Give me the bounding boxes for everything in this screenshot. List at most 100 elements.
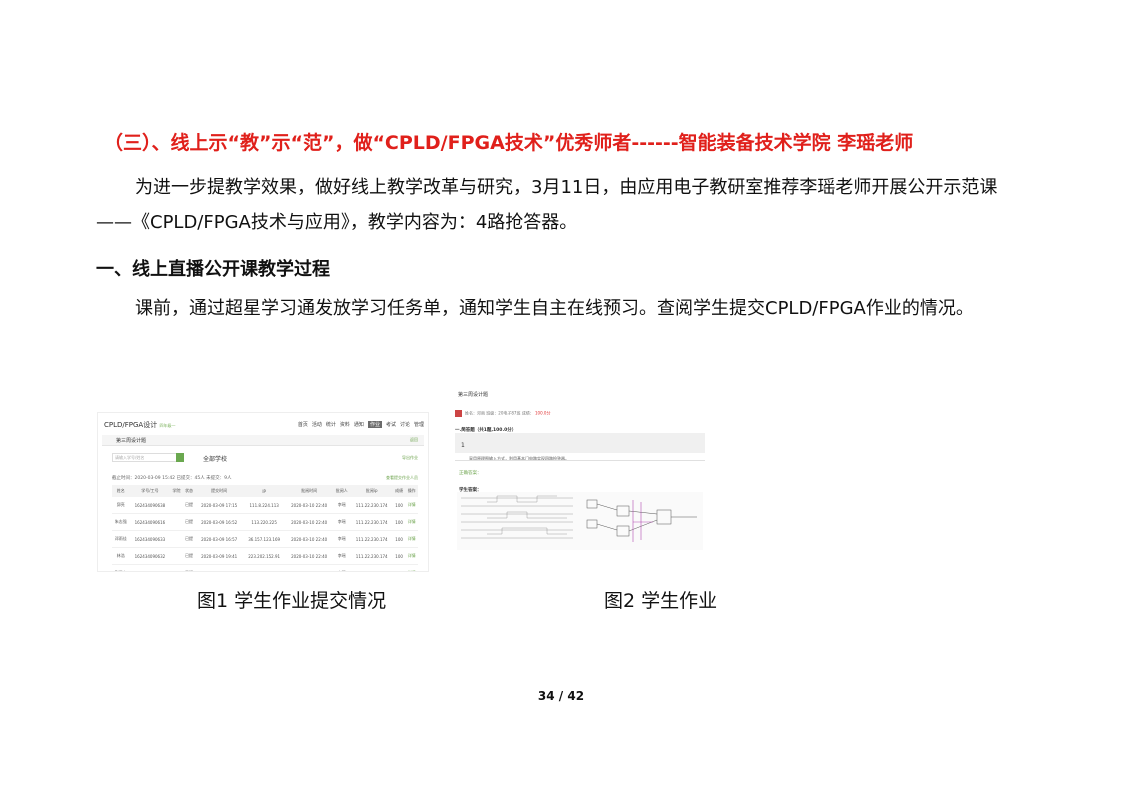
table-cell: 223.202.152.91 — [242, 547, 286, 565]
column-header: 学号/工号 — [129, 485, 171, 497]
table-cell: 已提 — [182, 497, 196, 514]
submission-table: 姓名 学号/工号 学院 状态 提交时间 IP 批阅时间 批阅人 批阅ip 成绩 … — [112, 485, 418, 571]
table-cell: 162434090619 — [129, 564, 171, 571]
divider — [455, 460, 705, 461]
table-cell: 朱志强 — [112, 513, 130, 531]
column-header: 批阅人 — [332, 485, 351, 497]
table-cell: 111.22.230.174 — [350, 547, 393, 565]
table-cell: 36.157.123.169 — [242, 530, 286, 548]
table-row: 林浩 162434090632 已提 2020-03-09 19:41 223.202.… — [112, 547, 418, 565]
score-value: 100.0分 — [535, 410, 551, 416]
export-link: 导出作业 — [402, 455, 418, 460]
table-cell: 2020-03-09 17:15 — [195, 497, 243, 514]
school-filter: 全部学校 — [203, 456, 228, 463]
nav-item: 统计 — [325, 422, 336, 428]
table-row: 邱亮 162434090638 已提 2020-03-09 17:15 111.8.22… — [112, 497, 418, 514]
table-cell: 已提 — [182, 564, 196, 571]
table-cell: 100 — [392, 564, 406, 571]
table-cell: 2020-03-10 22:40 — [285, 497, 333, 514]
table-cell: 2020-03-10 22:40 — [285, 513, 333, 531]
table-cell: 2020-03-10 22:40 — [285, 530, 333, 548]
table-cell: 100 — [392, 497, 406, 514]
table-cell: 李瑶 — [332, 530, 351, 548]
app-title: CPLD/FPGA设计 四年级一 — [104, 421, 176, 429]
question-box — [455, 433, 705, 453]
table-cell: 100 — [392, 547, 406, 565]
figure2-caption: 图2 学生作业 — [604, 590, 718, 612]
nav-item: 讨论 — [399, 422, 410, 428]
table-cell: 111.22.230.174 — [350, 497, 393, 514]
table-row: 朱志强 162434090616 已提 2020-03-09 16:52 113.220… — [112, 513, 418, 531]
nav-item: 活动 — [311, 422, 322, 428]
avatar — [455, 410, 462, 417]
waveform-and-schematic-image — [457, 492, 703, 550]
table-cell: 已提 — [182, 530, 196, 548]
table-cell: 详情 — [405, 564, 418, 571]
intro-paragraph: 为进一步提教学效果，做好线上教学改革与研究，3月11日，由应用电子教研室推荐李瑶… — [96, 177, 998, 233]
table-cell — [170, 497, 183, 514]
column-header: 状态 — [182, 485, 196, 497]
question-number: 1 — [461, 442, 465, 449]
table-cell: 2020-03-10 22:40 — [285, 547, 333, 565]
table-cell: 2020-03-09 16:52 — [195, 513, 243, 531]
column-header: 成绩 — [392, 485, 406, 497]
column-header: 批阅时间 — [285, 485, 333, 497]
table-cell — [170, 513, 183, 531]
table-cell: 111.8.224.113 — [242, 497, 286, 514]
table-cell: 已提 — [182, 513, 196, 531]
column-header: 提交时间 — [195, 485, 243, 497]
figure2-screenshot: 第三周设计题 姓名：邓雨 班级：20电子87班 成绩： 100.0分 一.简答题… — [455, 386, 707, 554]
submission-info: 截止时间：2020-03-09 15:42 已提交：45人 未提交：9人 — [112, 476, 232, 481]
column-header: IP — [242, 485, 286, 497]
subsection-title: 一、线上直播公开课教学过程 — [96, 259, 330, 280]
table-cell — [170, 547, 183, 565]
table-cell — [170, 530, 183, 548]
table-cell: 111.22.230.174 — [350, 564, 393, 571]
table-cell: 2020-03-09 16:57 — [195, 530, 243, 548]
student-meta: 姓名：邓雨 班级：20电子87班 成绩： 100.0分 — [455, 410, 550, 417]
table-cell: 详情 — [405, 547, 418, 565]
table-cell: 李瑶 — [332, 564, 351, 571]
table-cell: 李瑶 — [332, 497, 351, 514]
table-cell: 邱亮 — [112, 497, 130, 514]
table-cell: 详情 — [405, 497, 418, 514]
table-cell: 林浩 — [112, 547, 130, 565]
table-row: 彭卫宇162434090619 已提2020-03-09 21:16124.228… — [112, 564, 418, 571]
table-cell: 162434090633 — [129, 530, 171, 548]
table-cell: 李瑶 — [332, 547, 351, 565]
figure1-screenshot: CPLD/FPGA设计 四年级一 首页 活动 统计 资料 通知 作业 考试 讨论… — [97, 412, 429, 572]
table-cell: 彭卫宇 — [112, 564, 130, 571]
table-cell: 2020-03-09 19:41 — [195, 547, 243, 565]
table-cell: 详情 — [405, 530, 418, 548]
column-header: 姓名 — [112, 485, 130, 497]
search-icon — [176, 453, 184, 462]
table-cell: 100 — [392, 530, 406, 548]
table-cell: 李瑶 — [332, 513, 351, 531]
nav-item-active: 作业 — [367, 421, 382, 428]
table-cell: 113.220.225 — [242, 513, 286, 531]
assignment-title: 第三周设计题 — [458, 392, 489, 398]
table-cell — [170, 564, 183, 571]
table-cell: 124.228.187.22 — [242, 564, 286, 571]
nav-item: 考试 — [385, 422, 396, 428]
nav-item: 资料 — [339, 422, 350, 428]
nav-item: 通知 — [353, 422, 364, 428]
question-text: 采用原理图输入方式，利用基本门电路实现四路抢答器。 — [469, 456, 569, 461]
table-row: 邓雨佳 162434090633 已提 2020-03-09 16:57 36.157.… — [112, 530, 418, 548]
table-cell: 162434090632 — [129, 547, 171, 565]
table-cell: 2020-03-10 22:40 — [285, 564, 333, 571]
table-cell: 162434090638 — [129, 497, 171, 514]
table-cell: 111.22.230.174 — [350, 530, 393, 548]
section-heading: （三）、线上示“教”示“范”，做“CPLD/FPGA技术”优秀师者------智… — [104, 132, 914, 154]
figure1-caption: 图1 学生作业提交情况 — [197, 590, 387, 612]
nav-item: 管理 — [413, 422, 424, 428]
preclass-paragraph: 课前，通过超星学习通发放学习任务单，通知学生自主在线预习。查阅学生提交CPLD/… — [135, 298, 974, 319]
column-header: 批阅ip — [350, 485, 393, 497]
nav-item: 首页 — [297, 422, 308, 428]
table-cell: 详情 — [405, 513, 418, 531]
page-number: 34 / 42 — [537, 689, 585, 703]
table-cell: 100 — [392, 513, 406, 531]
column-header: 学院 — [170, 485, 183, 497]
column-header: 操作 — [405, 485, 418, 497]
table-cell: 邓雨佳 — [112, 530, 130, 548]
